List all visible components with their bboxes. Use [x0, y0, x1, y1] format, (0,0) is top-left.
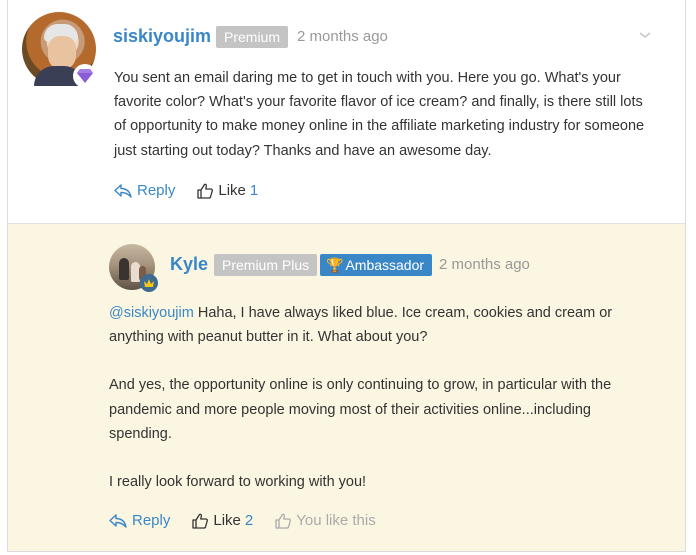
premium-badge: Premium — [216, 26, 289, 48]
you-like-this: You like this — [275, 512, 376, 529]
trophy-icon: 🏆 — [326, 257, 344, 273]
comment-username[interactable]: siskiyoujim — [113, 26, 211, 47]
reply-paragraph-2: And yes, the opportunity online is only … — [109, 377, 612, 442]
reply-reply-button[interactable]: Reply — [109, 512, 170, 529]
you-like-label: You like this — [296, 512, 376, 529]
thumbs-up-icon — [192, 513, 209, 529]
reply-paragraph-1: @siskiyoujim Haha, I have always liked b… — [109, 301, 649, 349]
reply-label: Reply — [132, 512, 171, 529]
reply-container: Kyle Premium Plus 🏆 Ambassador 2 months a… — [8, 224, 685, 551]
like-count[interactable]: 1 — [250, 182, 258, 199]
reply-arrow-icon — [114, 183, 132, 198]
ambassador-badge: 🏆 Ambassador — [320, 254, 433, 276]
like-label: Like — [218, 182, 246, 199]
reply-text: @siskiyoujim Haha, I have always liked b… — [109, 301, 649, 518]
reply-username[interactable]: Kyle — [170, 254, 208, 275]
reply-button[interactable]: Reply — [114, 182, 175, 199]
comment-card: siskiyoujim Premium 2 months ago You sen… — [7, 0, 686, 552]
reply-actions: Reply Like 2 You like this — [109, 512, 398, 529]
comment-timestamp[interactable]: 2 months ago — [297, 28, 388, 45]
ambassador-label: Ambassador — [345, 257, 425, 273]
crown-icon — [140, 274, 158, 292]
diamond-icon — [73, 64, 97, 88]
thumbs-up-icon — [275, 513, 292, 529]
chevron-down-icon[interactable] — [638, 30, 652, 40]
mention-link[interactable]: @siskiyoujim — [109, 305, 194, 321]
reply-label: Reply — [137, 182, 176, 199]
reply-timestamp[interactable]: 2 months ago — [439, 256, 530, 273]
reply-paragraph-3: I really look forward to working with yo… — [109, 474, 367, 491]
like-label: Like — [213, 512, 241, 529]
like-button[interactable]: Like 1 — [197, 182, 258, 199]
like-count[interactable]: 2 — [245, 512, 253, 529]
reply-like-button[interactable]: Like 2 — [192, 512, 253, 529]
comment-actions: Reply Like 1 — [114, 182, 280, 199]
thumbs-up-icon — [197, 183, 214, 199]
comment-text: You sent an email daring me to get in to… — [114, 70, 645, 159]
premium-plus-badge: Premium Plus — [214, 254, 318, 276]
reply-arrow-icon — [109, 513, 127, 528]
